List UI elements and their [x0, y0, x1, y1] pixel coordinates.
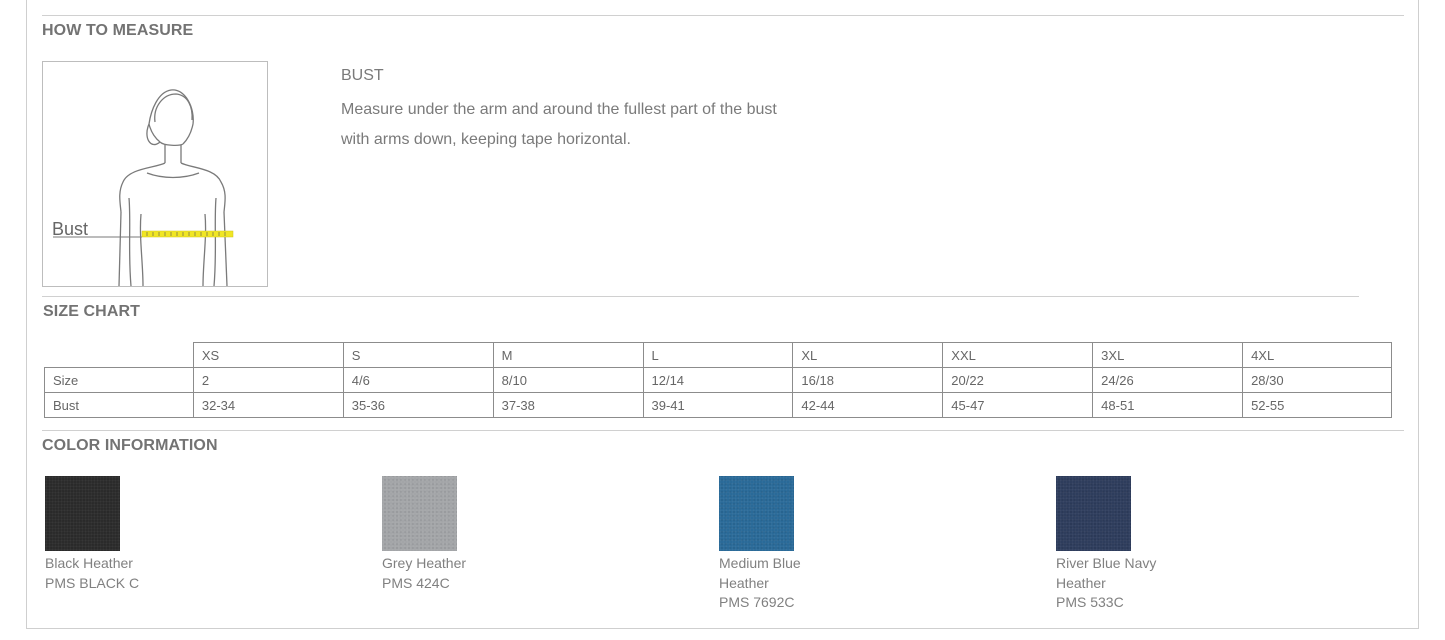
- color-name-line2: Heather: [719, 574, 769, 591]
- color-name-line2: Heather: [1056, 574, 1106, 591]
- table-corner-cell: [44, 342, 194, 368]
- color-swatch-grey-heather: [382, 476, 457, 551]
- table-row: Bust 32-34 35-36 37-38 39-41 42-44 45-47…: [44, 392, 1392, 418]
- table-cell: 12/14: [642, 367, 794, 393]
- table-cell: 2: [192, 367, 344, 393]
- row-label-bust: Bust: [44, 392, 194, 418]
- table-cell: 45-47: [942, 392, 1094, 418]
- table-cell: 48-51: [1092, 392, 1244, 418]
- measure-description: Measure under the arm and around the ful…: [341, 95, 821, 155]
- table-cell: 24/26: [1092, 367, 1244, 393]
- color-name: Medium Blue: [719, 555, 801, 571]
- color-name: Grey Heather: [382, 555, 467, 571]
- table-cell: 16/18: [792, 367, 944, 393]
- color-pms: PMS 533C: [1056, 594, 1124, 610]
- table-cell: 42-44: [792, 392, 944, 418]
- size-header-cell: XL: [792, 342, 944, 368]
- color-label-river-blue-navy-heather: River Blue Navy Heather PMS 533C: [1056, 554, 1156, 613]
- how-to-measure-heading: HOW TO MEASURE: [42, 22, 194, 39]
- table-cell: 4/6: [342, 367, 494, 393]
- size-header-cell: XS: [192, 342, 344, 368]
- size-header-cell: XXL: [942, 342, 1094, 368]
- color-swatch-medium-blue-heather: [719, 476, 794, 551]
- color-label-black-heather: Black Heather PMS BLACK C: [45, 554, 139, 593]
- size-header-cell: 3XL: [1092, 342, 1244, 368]
- color-pms: PMS 424C: [382, 574, 450, 591]
- color-pms: PMS BLACK C: [45, 574, 140, 591]
- color-label-medium-blue-heather: Medium Blue Heather PMS 7692C: [719, 554, 801, 613]
- table-row: Size 2 4/6 8/10 12/14 16/18 20/22 24/26 …: [44, 367, 1392, 393]
- bust-figure-label: Bust: [52, 219, 88, 239]
- size-header-cell: M: [492, 342, 644, 368]
- color-label-grey-heather: Grey Heather PMS 424C: [382, 554, 466, 593]
- divider-top: [42, 15, 1404, 16]
- color-swatch-black-heather: [45, 476, 120, 551]
- size-header-cell: 4XL: [1242, 342, 1392, 368]
- measure-title: BUST: [341, 67, 384, 84]
- table-cell: 37-38: [492, 392, 644, 418]
- table-cell: 28/30: [1242, 367, 1392, 393]
- table-cell: 32-34: [192, 392, 344, 418]
- color-information-heading: COLOR INFORMATION: [42, 437, 218, 454]
- size-header-cell: L: [642, 342, 794, 368]
- color-name: River Blue Navy: [1056, 555, 1157, 571]
- table-cell: 52-55: [1242, 392, 1392, 418]
- size-chart-heading: SIZE CHART: [43, 303, 140, 320]
- measure-description-line1: Measure under the arm and around the ful…: [341, 101, 777, 118]
- color-pms: PMS 7692C: [719, 594, 795, 610]
- table-cell: 39-41: [642, 392, 794, 418]
- size-chart-header-row: XS S M L XL XXL 3XL 4XL: [44, 342, 1392, 368]
- size-chart-table: XS S M L XL XXL 3XL 4XL Size 2 4/6 8/10 …: [44, 342, 1392, 418]
- measure-description-line2: with arms down, keeping tape horizontal.: [341, 131, 631, 148]
- table-cell: 20/22: [942, 367, 1094, 393]
- size-header-cell: S: [342, 342, 494, 368]
- divider-measure: [42, 296, 1359, 297]
- color-swatch-river-blue-navy-heather: [1056, 476, 1131, 551]
- divider-size-chart: [42, 430, 1404, 431]
- bust-measure-illustration: Bust: [42, 61, 268, 287]
- cropped-logo-mark: [410, 0, 424, 2]
- table-cell: 35-36: [342, 392, 494, 418]
- row-label-size: Size: [44, 367, 194, 393]
- table-cell: 8/10: [492, 367, 644, 393]
- color-name: Black Heather: [45, 555, 133, 571]
